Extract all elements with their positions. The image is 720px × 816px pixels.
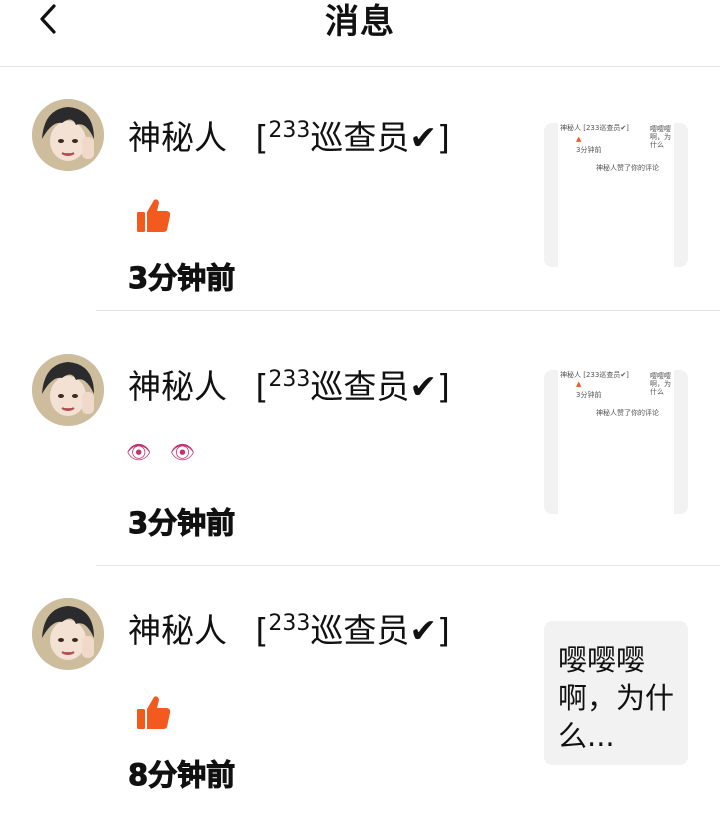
sender-name[interactable]: 神秘人 [128, 367, 227, 406]
sender-row: 神秘人 [233巡查员✔] [128, 109, 450, 160]
thumbs-up-icon [134, 694, 172, 734]
sender-name[interactable]: 神秘人 [128, 118, 227, 157]
avatar[interactable] [32, 598, 104, 670]
message-item[interactable]: 神秘人 [233巡查员✔] 3分钟前 神秘人 [233巡查员✔] 嘤嘤嘤 啊，为… [0, 67, 720, 311]
message-item[interactable]: 神秘人 [233巡查员✔] 👁 👁 3分钟前 神秘人 [233巡查员✔] 嘤嘤嘤… [0, 322, 720, 566]
preview-thumbnail[interactable]: 神秘人 [233巡查员✔] 嘤嘤嘤 啊，为 什么 ▲ 3分钟前 神秘人赞了你的评… [544, 123, 688, 267]
title-badge: [233巡查员✔] [255, 118, 450, 157]
divider [96, 310, 720, 311]
preview-thumbnail[interactable]: 神秘人 [233巡查员✔] 嘤嘤嘤 啊，为 什么 ▲ 3分钟前 神秘人赞了你的评… [544, 370, 688, 514]
message-item[interactable]: 神秘人 [233巡查员✔] 8分钟前 嘤嘤嘤啊，为什么... [0, 566, 720, 810]
sender-name[interactable]: 神秘人 [128, 611, 227, 650]
preview-text-box[interactable]: 嘤嘤嘤啊，为什么... [544, 621, 688, 765]
top-bar: 消息 [0, 0, 720, 67]
avatar[interactable] [32, 354, 104, 426]
timestamp: 3分钟前 [127, 261, 236, 296]
title-badge: [233巡查员✔] [255, 611, 450, 650]
timestamp: 8分钟前 [127, 758, 236, 793]
preview-screenshot: 神秘人 [233巡查员✔] 嘤嘤嘤 啊，为 什么 ▲ 3分钟前 神秘人赞了你的评… [558, 370, 674, 514]
sender-row: 神秘人 [233巡查员✔] [128, 358, 450, 409]
preview-text: 嘤嘤嘤啊，为什么... [558, 643, 675, 753]
eyes-emoji: 👁 👁 [126, 440, 202, 464]
preview-screenshot: 神秘人 [233巡查员✔] 嘤嘤嘤 啊，为 什么 ▲ 3分钟前 神秘人赞了你的评… [558, 123, 674, 267]
title-badge: [233巡查员✔] [255, 367, 450, 406]
sender-row: 神秘人 [233巡查员✔] [128, 602, 450, 653]
avatar[interactable] [32, 99, 104, 171]
thumbs-up-icon [134, 197, 172, 237]
timestamp: 3分钟前 [127, 506, 236, 541]
page-title: 消息 [325, 2, 395, 42]
